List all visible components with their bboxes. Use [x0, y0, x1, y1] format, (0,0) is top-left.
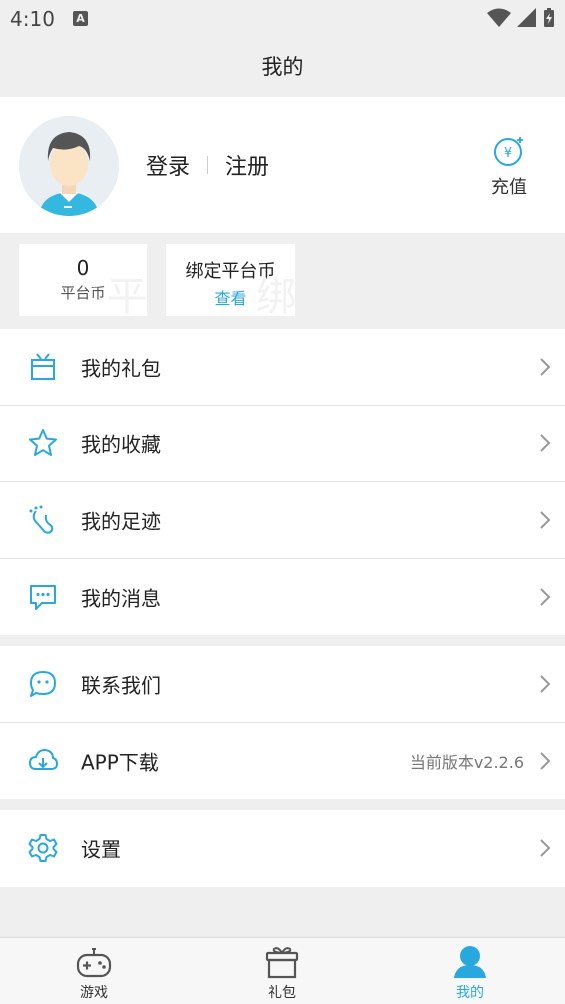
- register-link[interactable]: 注册: [225, 149, 269, 181]
- tab-me[interactable]: 我的: [376, 938, 564, 1004]
- cloud-download-icon: [29, 748, 58, 770]
- menu-group-support: 联系我们 APP下载 当前版本v2.2.6: [0, 646, 565, 799]
- signal-icon: [517, 8, 536, 27]
- menu-item-gifts[interactable]: 我的礼包: [0, 329, 565, 406]
- gift-box-icon: [265, 947, 299, 979]
- recharge-icon: ¥: [494, 137, 523, 166]
- menu-label: 我的足迹: [81, 509, 161, 534]
- chevron-right-icon: [540, 752, 551, 770]
- message-icon: [30, 584, 56, 610]
- watermark: 绑: [256, 274, 295, 316]
- app-version: 当前版本v2.2.6: [409, 752, 524, 772]
- gift-icon: [31, 353, 55, 380]
- menu-group-main: 我的礼包 我的收藏 我的足迹 我的消息: [0, 329, 565, 635]
- recharge-button[interactable]: ¥ 充值: [487, 135, 531, 199]
- status-time: 4:10: [10, 7, 55, 31]
- system-icons: [487, 8, 555, 28]
- coins-section: 平 0 平台币 绑 绑定平台币 查看: [0, 233, 565, 329]
- notification-icon: A: [73, 11, 88, 26]
- menu-label: 设置: [81, 837, 121, 862]
- menu-group-settings: 设置: [0, 810, 565, 887]
- tab-label: 礼包: [268, 985, 296, 1001]
- tab-label: 游戏: [80, 985, 108, 1001]
- menu-item-contact[interactable]: 联系我们: [0, 646, 565, 723]
- menu-label: 我的收藏: [81, 432, 161, 457]
- gamepad-icon: [76, 948, 112, 978]
- menu-label: 我的礼包: [81, 356, 161, 381]
- chevron-right-icon: [540, 511, 551, 529]
- login-link[interactable]: 登录: [146, 149, 190, 181]
- chevron-right-icon: [540, 358, 551, 376]
- avatar-image: [19, 116, 119, 216]
- chevron-right-icon: [540, 839, 551, 857]
- footprint-icon: [29, 505, 54, 534]
- menu-item-favorites[interactable]: 我的收藏: [0, 406, 565, 482]
- recharge-label: 充值: [491, 177, 527, 198]
- person-icon: [454, 946, 486, 978]
- status-bar: 4:10 A: [0, 0, 565, 38]
- menu-item-settings[interactable]: 设置: [0, 810, 565, 887]
- chevron-right-icon: [540, 675, 551, 693]
- bound-coin-card[interactable]: 绑 绑定平台币 查看: [166, 244, 295, 316]
- gear-icon: [28, 834, 58, 863]
- menu-label: 联系我们: [81, 673, 161, 698]
- auth-links: 登录 注册: [146, 149, 269, 181]
- bottom-nav: 游戏 礼包 我的: [0, 937, 565, 1004]
- menu-label: 我的消息: [81, 586, 161, 611]
- chevron-right-icon: [540, 588, 551, 606]
- menu-label: APP下载: [81, 750, 159, 775]
- profile-section: 登录 注册 ¥ 充值: [0, 97, 565, 233]
- page-title: 我的: [0, 38, 565, 97]
- platform-coin-card[interactable]: 平 0 平台币: [19, 244, 147, 316]
- recharge-symbol: ¥: [504, 146, 512, 161]
- menu-item-footprints[interactable]: 我的足迹: [0, 482, 565, 559]
- divider: [207, 156, 209, 174]
- battery-icon: [544, 8, 554, 27]
- menu-item-messages[interactable]: 我的消息: [0, 559, 565, 636]
- avatar[interactable]: [19, 116, 119, 216]
- watermark: 平: [107, 274, 147, 316]
- tab-gifts[interactable]: 礼包: [188, 938, 376, 1004]
- tab-games[interactable]: 游戏: [0, 938, 188, 1004]
- menu-item-app-download[interactable]: APP下载 当前版本v2.2.6: [0, 723, 565, 800]
- star-icon: [29, 429, 57, 457]
- chat-icon: [30, 670, 56, 697]
- wifi-icon: [487, 8, 511, 27]
- tab-label: 我的: [456, 985, 484, 1001]
- chevron-right-icon: [540, 434, 551, 452]
